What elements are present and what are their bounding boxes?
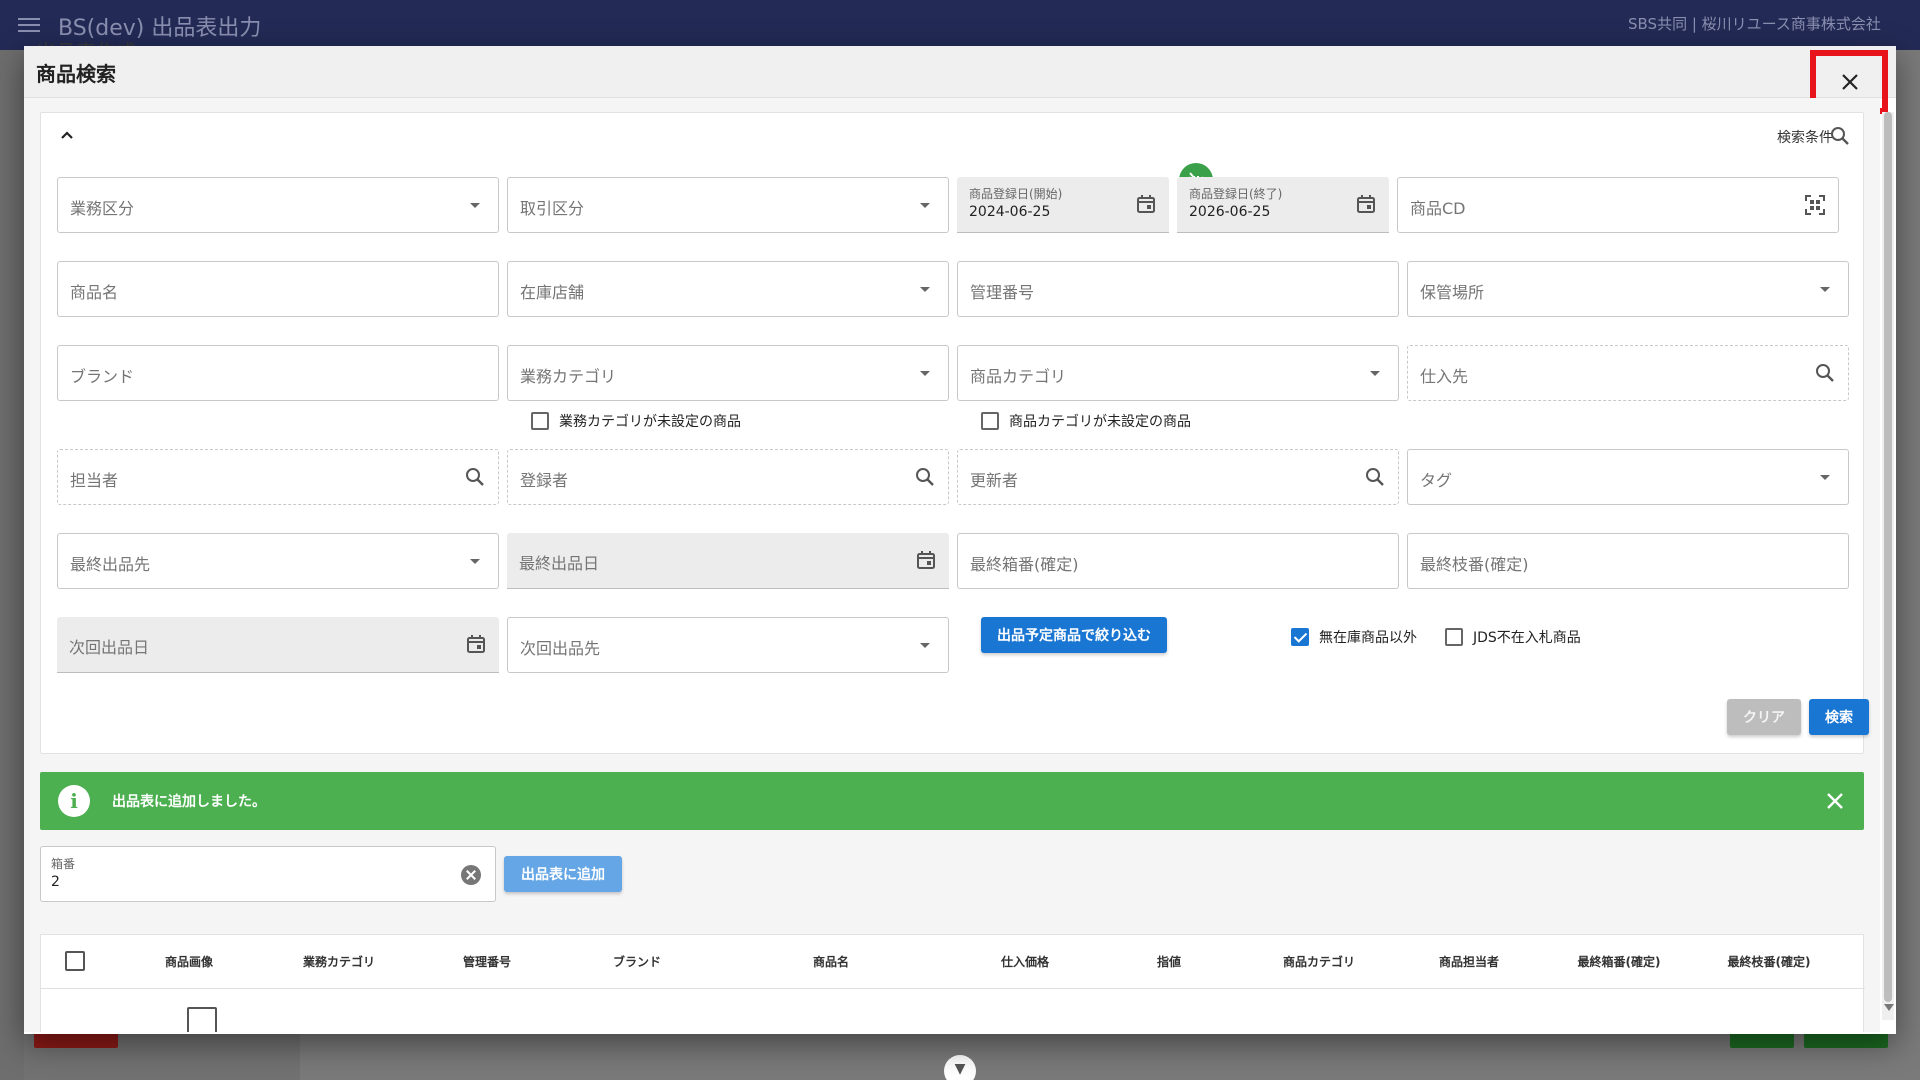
supplier-search-field[interactable]: 仕入先	[1407, 345, 1849, 401]
clear-button[interactable]: クリア	[1727, 699, 1801, 735]
search-icon[interactable]	[914, 466, 936, 488]
column-header[interactable]: 最終箱番(確定)	[1578, 953, 1661, 970]
dropdown-caret-icon	[920, 643, 930, 648]
sidebar	[0, 50, 24, 1080]
qr-scan-icon[interactable]	[1804, 194, 1826, 216]
add-to-listing-button[interactable]: 出品表に追加	[504, 856, 622, 892]
box-number-input[interactable]: 箱番 2	[40, 846, 496, 902]
updater-field[interactable]: 更新者	[957, 449, 1399, 505]
menu-icon	[18, 18, 40, 32]
business-type-select[interactable]: 業務区分	[57, 177, 499, 233]
chevron-up-icon	[61, 131, 73, 139]
business-category-select[interactable]: 業務カテゴリ	[507, 345, 949, 401]
last-branch-no-input[interactable]: 最終枝番(確定)	[1407, 533, 1849, 589]
dropdown-caret-icon	[920, 371, 930, 376]
dialog-body: 検索条件 業務区分 取引区分 商品登録日(開始) 2024-06-25 商品登録…	[24, 98, 1880, 1032]
last-box-no-input[interactable]: 最終箱番(確定)	[957, 533, 1399, 589]
dropdown-caret-icon	[920, 203, 930, 208]
checkbox-box[interactable]	[981, 412, 999, 430]
dropdown-caret-icon	[920, 287, 930, 292]
checkbox-box[interactable]	[1445, 628, 1463, 646]
prod-cat-unset-checkbox[interactable]: 商品カテゴリが未設定の商品	[981, 411, 1191, 431]
alert-message: 出品表に追加しました。	[112, 794, 266, 810]
scroll-down-arrow-icon[interactable]	[1884, 1004, 1894, 1011]
stock-store-select[interactable]: 在庫店舗	[507, 261, 949, 317]
collapse-button[interactable]	[55, 123, 79, 147]
checkbox-box-checked[interactable]	[1291, 628, 1309, 646]
search-icon[interactable]	[1364, 466, 1386, 488]
calendar-icon[interactable]	[1135, 193, 1157, 215]
calendar-icon[interactable]	[1355, 193, 1377, 215]
column-header[interactable]: 商品カテゴリ	[1283, 953, 1355, 970]
last-listing-date-field[interactable]: 最終出品日	[507, 533, 949, 589]
scroll-down-fab: ▼	[944, 1055, 976, 1080]
reg-date-end-field[interactable]: 商品登録日(終了) 2026-06-25	[1177, 177, 1389, 233]
transaction-type-select[interactable]: 取引区分	[507, 177, 949, 233]
dropdown-caret-icon	[1370, 371, 1380, 376]
success-alert: i 出品表に追加しました。	[40, 772, 1864, 830]
search-conditions-label: 検索条件	[1777, 130, 1833, 146]
column-header[interactable]: ブランド	[613, 953, 661, 970]
column-header[interactable]: 最終枝番(確定)	[1728, 953, 1811, 970]
dropdown-caret-icon	[1820, 475, 1830, 480]
dialog-scrollbar[interactable]	[1882, 112, 1894, 1020]
table-header: 商品画像 業務カテゴリ 管理番号 ブランド 商品名 仕入価格 指値 商品カテゴリ…	[41, 935, 1865, 989]
close-icon[interactable]	[1824, 790, 1846, 812]
filter-scheduled-button[interactable]: 出品予定商品で絞り込む	[981, 617, 1167, 653]
dropdown-caret-icon	[470, 559, 480, 564]
column-header[interactable]: 管理番号	[463, 953, 511, 970]
next-listing-dest-select[interactable]: 次回出品先	[507, 617, 949, 673]
product-cd-input[interactable]: 商品CD	[1397, 177, 1839, 233]
column-header[interactable]: 指値	[1157, 953, 1181, 970]
product-name-input[interactable]: 商品名	[57, 261, 499, 317]
clear-input-icon[interactable]	[461, 865, 481, 885]
column-header[interactable]: 商品画像	[165, 953, 213, 970]
registrant-field[interactable]: 登録者	[507, 449, 949, 505]
info-icon: i	[58, 785, 90, 817]
next-listing-date-field[interactable]: 次回出品日	[57, 617, 499, 673]
jds-absent-checkbox[interactable]: JDS不在入札商品	[1445, 627, 1581, 647]
biz-cat-unset-checkbox[interactable]: 業務カテゴリが未設定の商品	[531, 411, 741, 431]
reg-date-start-field[interactable]: 商品登録日(開始) 2024-06-25	[957, 177, 1169, 233]
product-table: 商品画像 業務カテゴリ 管理番号 ブランド 商品名 仕入価格 指値 商品カテゴリ…	[40, 934, 1865, 1032]
dialog-title: 商品検索	[36, 62, 116, 86]
search-panel: 検索条件 業務区分 取引区分 商品登録日(開始) 2024-06-25 商品登録…	[40, 112, 1869, 754]
calendar-icon[interactable]	[915, 549, 937, 571]
dropdown-caret-icon	[1820, 287, 1830, 292]
dropdown-caret-icon	[470, 203, 480, 208]
select-all-checkbox[interactable]	[65, 951, 85, 971]
product-category-select[interactable]: 商品カテゴリ	[957, 345, 1399, 401]
last-listing-dest-select[interactable]: 最終出品先	[57, 533, 499, 589]
storage-location-select[interactable]: 保管場所	[1407, 261, 1849, 317]
search-button[interactable]: 検索	[1809, 699, 1869, 735]
column-header[interactable]: 商品担当者	[1439, 953, 1499, 970]
column-header[interactable]: 商品名	[813, 953, 849, 970]
calendar-icon[interactable]	[465, 633, 487, 655]
management-no-input[interactable]: 管理番号	[957, 261, 1399, 317]
product-search-dialog: 商品検索 検索条件 業務区分 取引区分 商品登録日(開始) 2024-06-25…	[24, 46, 1896, 1034]
brand-input[interactable]: ブランド	[57, 345, 499, 401]
close-icon	[1842, 74, 1858, 90]
search-icon[interactable]	[1829, 125, 1851, 147]
dialog-header: 商品検索	[24, 46, 1896, 114]
person-in-charge-field[interactable]: 担当者	[57, 449, 499, 505]
column-header[interactable]: 業務カテゴリ	[303, 953, 375, 970]
row-checkbox[interactable]	[187, 1007, 217, 1032]
tag-select[interactable]: タグ	[1407, 449, 1849, 505]
scrollbar-thumb[interactable]	[1884, 112, 1892, 1002]
checkbox-box[interactable]	[531, 412, 549, 430]
column-header[interactable]: 仕入価格	[1001, 953, 1049, 970]
exclude-no-stock-checkbox[interactable]: 無在庫商品以外	[1291, 627, 1417, 647]
search-icon[interactable]	[464, 466, 486, 488]
search-icon[interactable]	[1814, 362, 1836, 384]
user-name: SBS共同 | 桜川リユース商事株式会社	[1628, 15, 1881, 33]
